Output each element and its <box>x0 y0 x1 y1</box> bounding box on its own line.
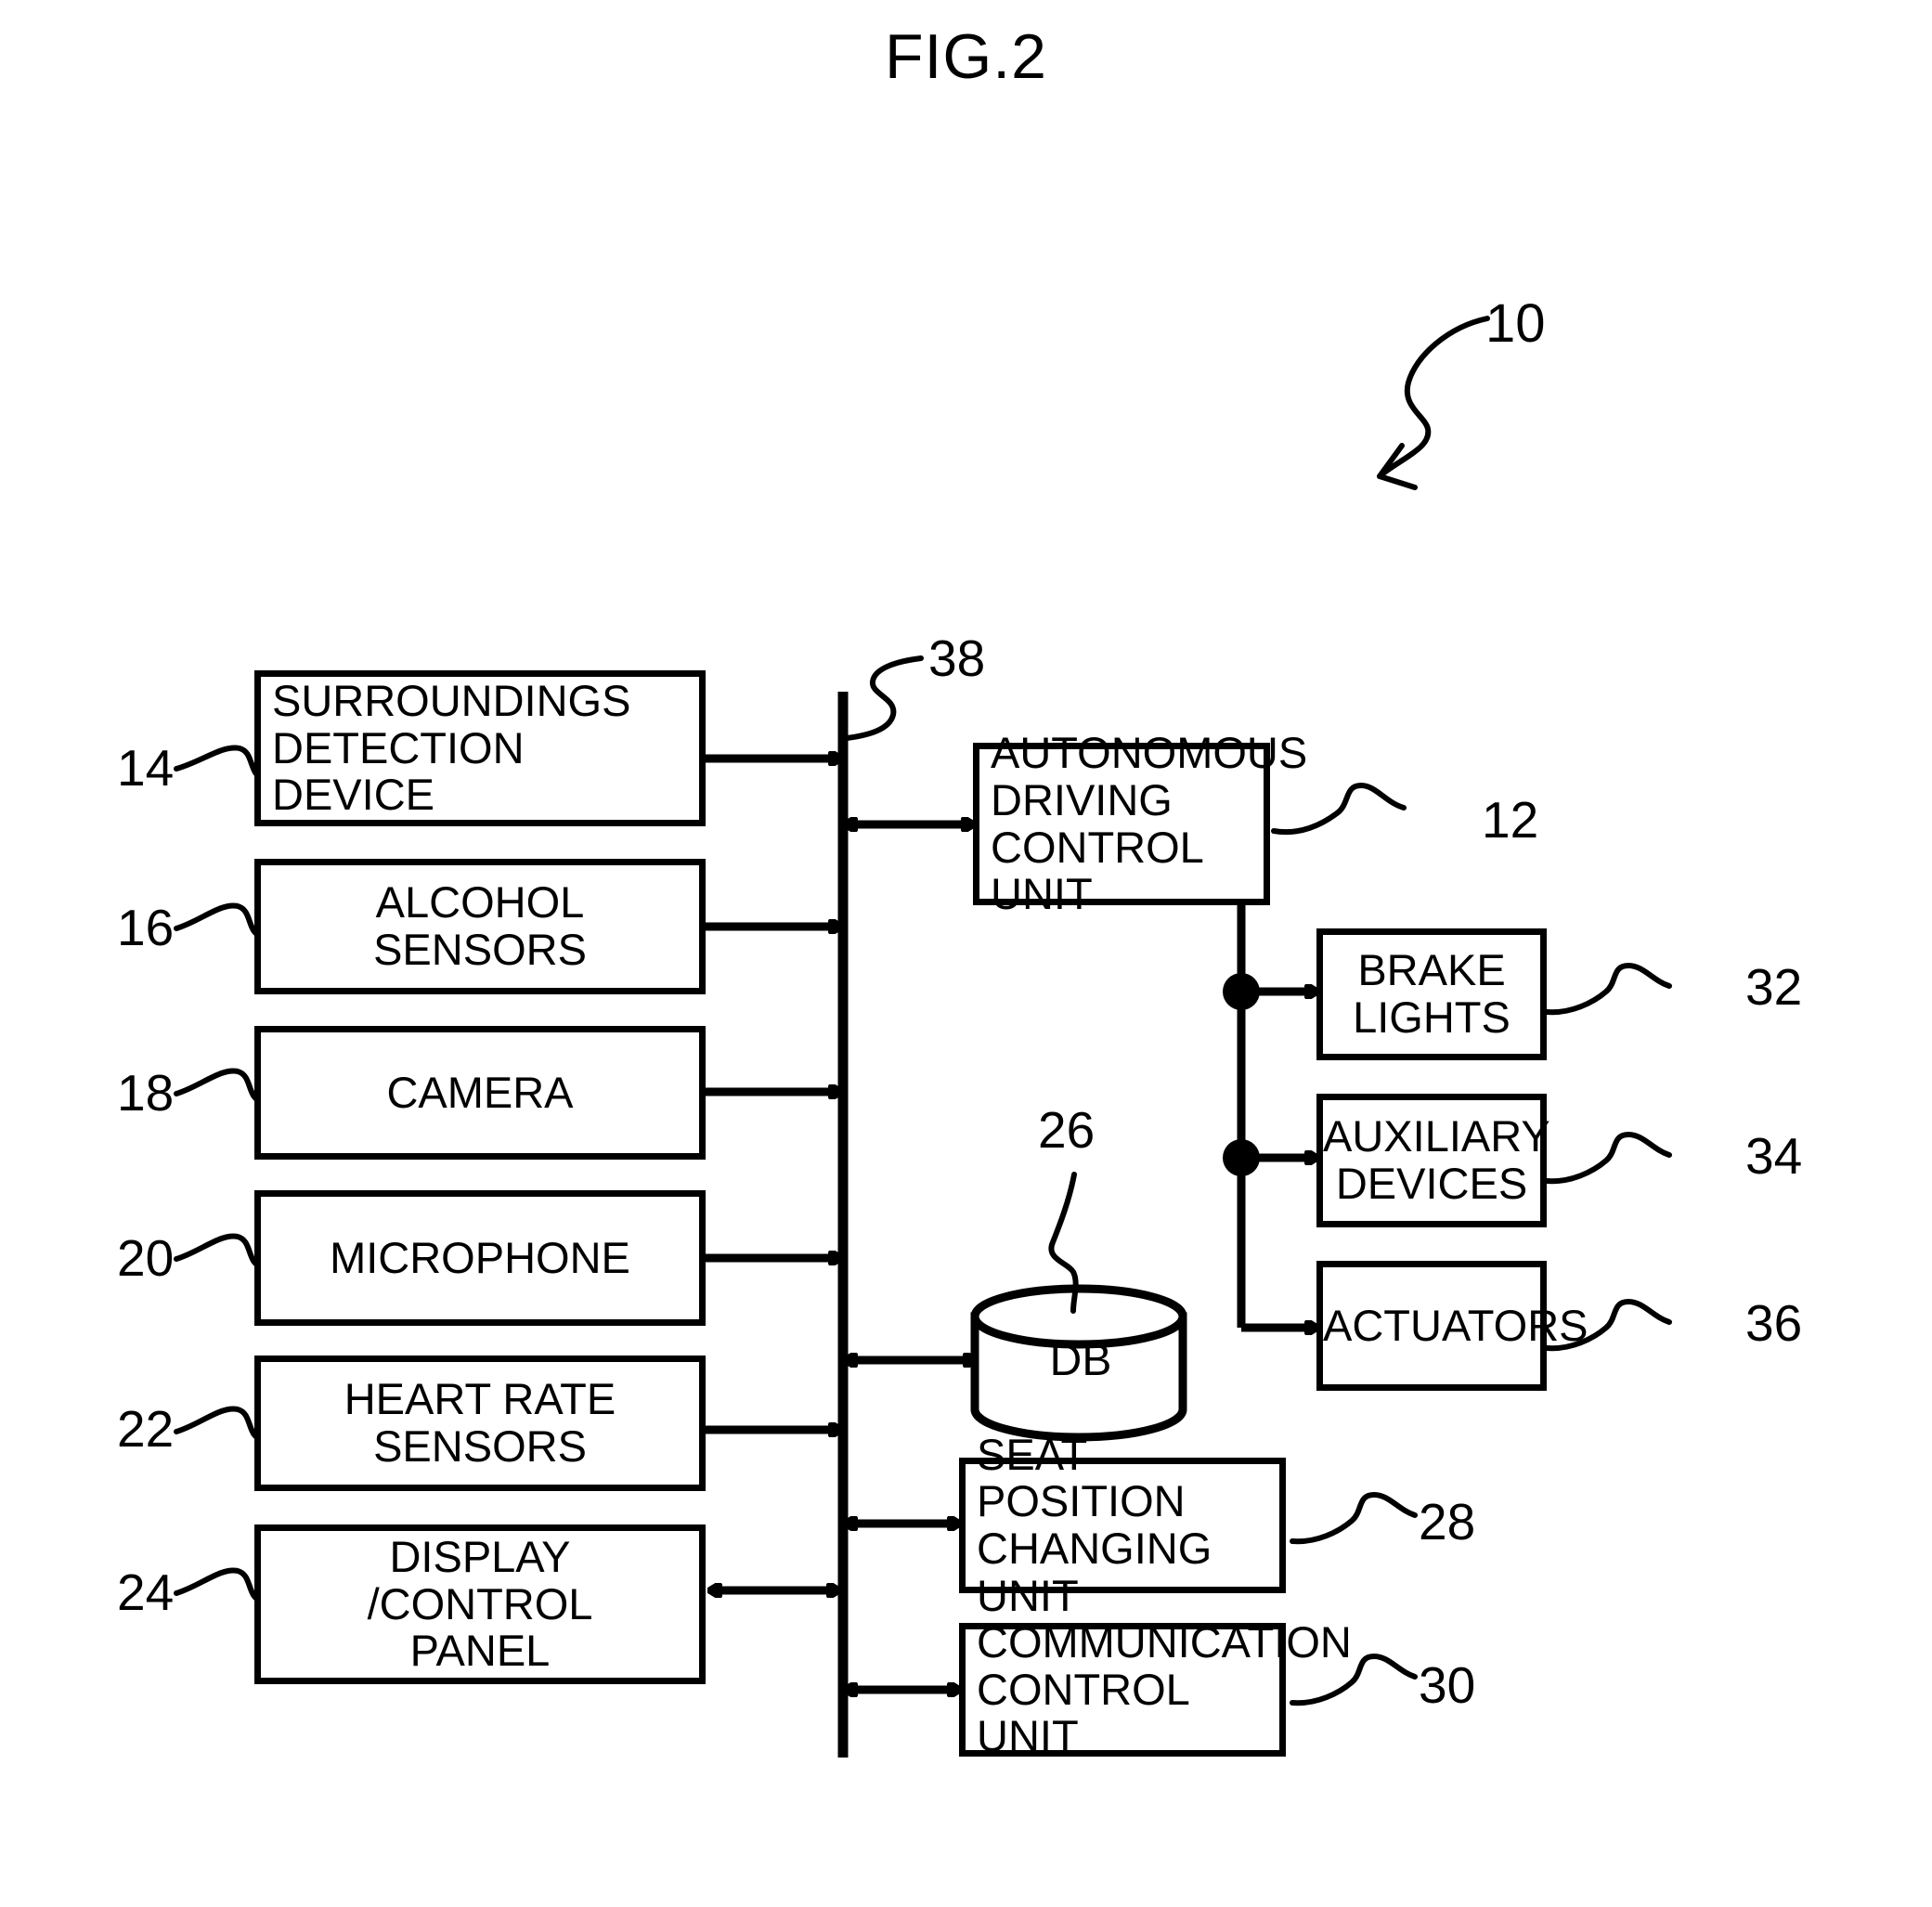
box-line: MICROPHONE <box>330 1232 630 1282</box>
junction-dot-auxiliary <box>1223 1139 1260 1176</box>
ref-label-38: 38 <box>928 629 986 687</box>
box-alcohol-sensors[interactable]: ALCOHOL SENSORS <box>254 859 706 994</box>
box-line: DEVICES <box>1335 1159 1528 1208</box>
box-communication-control-unit[interactable]: COMMUNICATION CONTROL UNIT <box>959 1618 1352 1759</box>
bus-ref-leader <box>844 655 924 741</box>
box-line: ACTUATORS <box>1323 1300 1588 1350</box>
box-line: AUXILIARY <box>1323 1111 1550 1161</box>
ref-label-20: 20 <box>117 1229 175 1287</box>
box-line: LIGHTS <box>1353 992 1511 1042</box>
junction-dot-brake <box>1223 973 1260 1010</box>
ref-system-10: 10 <box>1485 293 1546 354</box>
box-line: DISPLAY <box>389 1531 571 1581</box>
ref-label-34: 34 <box>1745 1127 1803 1185</box>
patent-figure-canvas: FIG.2 10 SURROUNDINGS DETECTION DEVICE 1… <box>0 0 1932 1907</box>
box-display-control-panel[interactable]: DISPLAY /CONTROL PANEL <box>254 1524 706 1684</box>
ref-label-24: 24 <box>117 1563 175 1621</box>
box-line: SENSORS <box>373 1421 587 1471</box>
ref-label-36: 36 <box>1745 1294 1803 1352</box>
box-seat-position-changing-unit[interactable]: SEAT POSITION CHANGING UNIT <box>959 1431 1286 1619</box>
box-line: SEAT POSITION <box>977 1429 1186 1526</box>
box-line: DRIVING <box>991 774 1173 824</box>
ref-label-30: 30 <box>1419 1656 1476 1714</box>
box-line: CAMERA <box>386 1067 574 1117</box>
box-line: DETECTION <box>272 722 525 772</box>
system-ref-leader <box>1377 316 1490 490</box>
ref-label-32: 32 <box>1745 958 1803 1016</box>
box-line: CHANGING UNIT <box>977 1524 1212 1620</box>
box-line: HEART RATE <box>344 1374 616 1424</box>
ref-label-28: 28 <box>1419 1493 1476 1550</box>
box-autonomous-driving-control-unit[interactable]: AUTONOMOUS DRIVING CONTROL UNIT <box>973 729 1307 917</box>
box-line: PANEL <box>409 1626 551 1676</box>
box-heart-rate-sensors[interactable]: HEART RATE SENSORS <box>254 1356 706 1491</box>
box-line: CONTROL UNIT <box>977 1664 1189 1761</box>
box-line: CONTROL UNIT <box>991 822 1203 919</box>
box-line: DEVICE <box>272 770 434 820</box>
box-brake-lights[interactable]: BRAKE LIGHTS <box>1316 928 1547 1060</box>
ref-label-16: 16 <box>117 899 175 956</box>
box-line: AUTONOMOUS <box>991 728 1308 777</box>
box-line: /CONTROL <box>367 1578 593 1628</box>
ref-label-26: 26 <box>1038 1101 1096 1159</box>
box-camera[interactable]: CAMERA <box>254 1026 706 1160</box>
ref-label-12: 12 <box>1482 791 1539 849</box>
box-actuators[interactable]: ACTUATORS <box>1316 1261 1588 1391</box>
box-line: SURROUNDINGS <box>272 675 631 725</box>
box-microphone[interactable]: MICROPHONE <box>254 1190 706 1326</box>
ref-label-22: 22 <box>117 1400 175 1458</box>
box-auxiliary-devices[interactable]: AUXILIARY DEVICES <box>1316 1094 1550 1227</box>
box-line: ALCOHOL <box>375 877 585 928</box>
leader-32 <box>1544 962 1672 1016</box>
database-label: DB <box>1049 1336 1112 1385</box>
leader-34 <box>1544 1131 1672 1185</box>
leader-12 <box>1271 782 1407 836</box>
box-line: COMMUNICATION <box>977 1616 1352 1667</box>
leader-28 <box>1290 1491 1418 1545</box>
ref-label-18: 18 <box>117 1064 175 1122</box>
box-line: BRAKE <box>1357 945 1506 995</box>
box-surroundings-detection-device[interactable]: SURROUNDINGS DETECTION DEVICE <box>254 670 706 826</box>
ref-label-14: 14 <box>117 739 175 797</box>
box-line: SENSORS <box>373 925 587 974</box>
